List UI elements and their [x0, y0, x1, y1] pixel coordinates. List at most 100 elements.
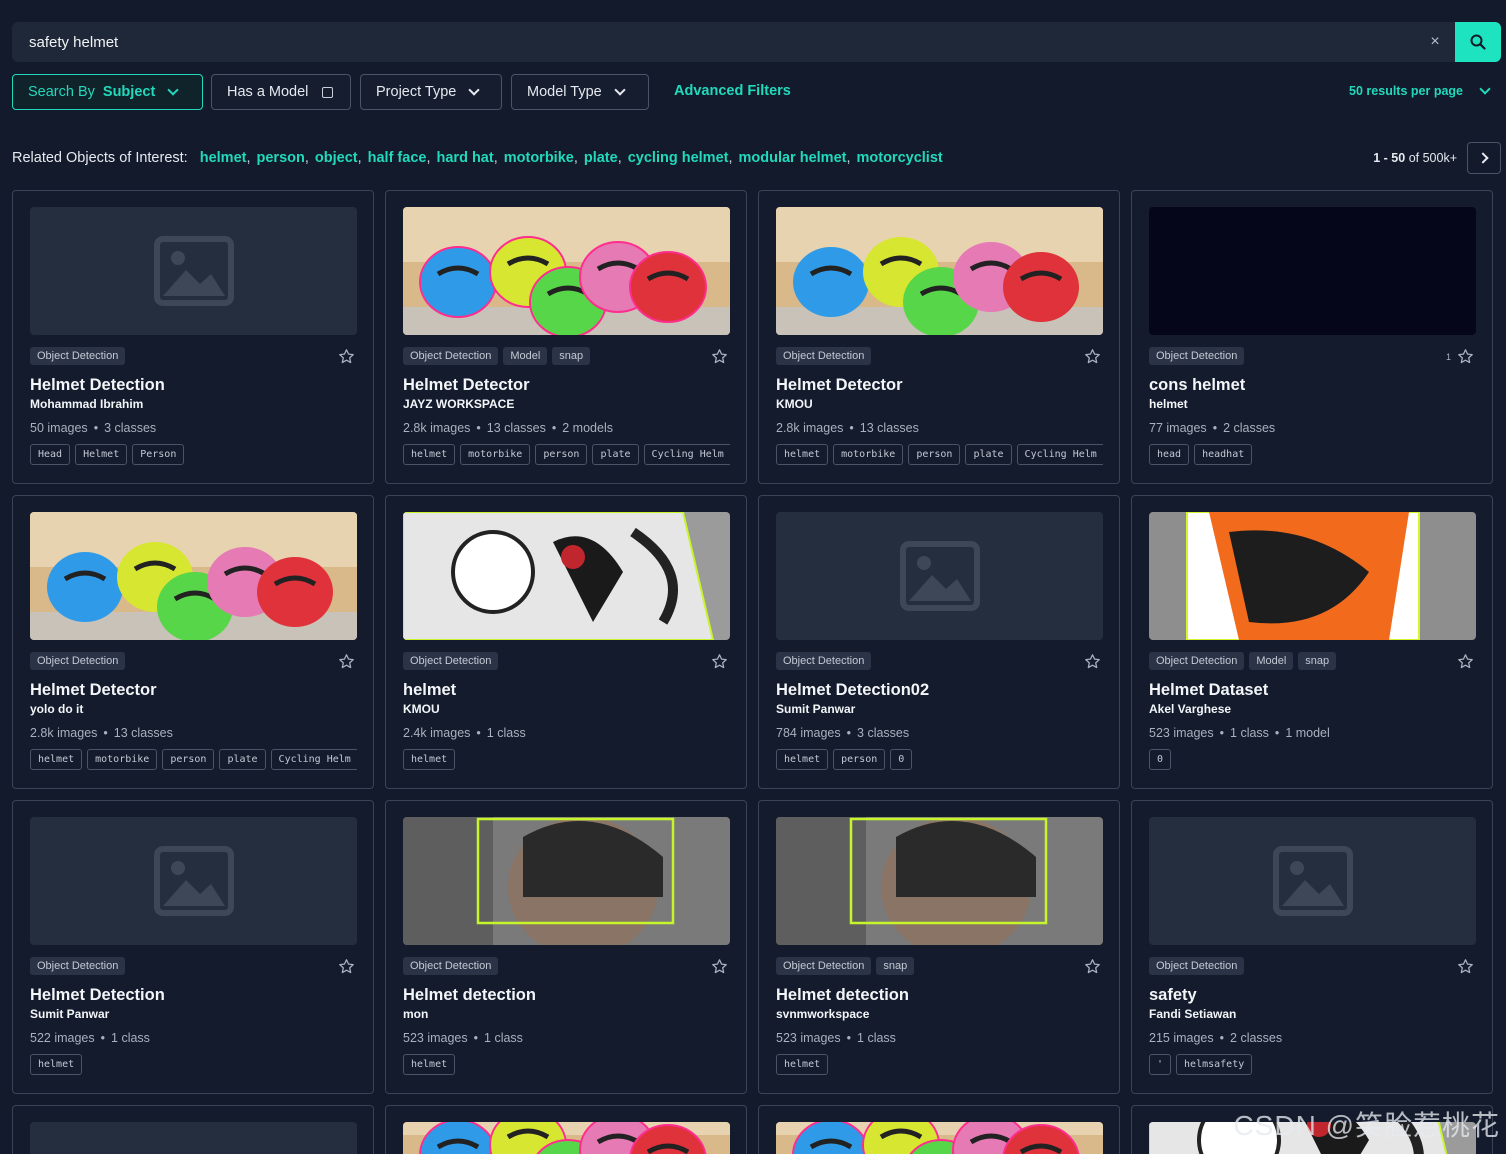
star-icon[interactable] — [711, 958, 728, 975]
related-object-link[interactable]: helmet — [200, 150, 247, 166]
project-card[interactable]: Object Detection Helmet Detection Mohammad… — [12, 190, 374, 484]
star-button[interactable] — [711, 958, 728, 975]
class-tag[interactable]: motorbike — [460, 444, 531, 465]
project-title[interactable]: Helmet Detector — [30, 681, 157, 700]
star-icon[interactable] — [711, 653, 728, 670]
project-thumbnail[interactable] — [403, 817, 730, 945]
star-button[interactable] — [1084, 653, 1101, 670]
related-object-link[interactable]: object — [315, 150, 358, 166]
related-object-link[interactable]: motorbike — [504, 150, 574, 166]
class-tag[interactable]: helmet — [776, 1054, 829, 1075]
related-object-link[interactable]: modular helmet — [739, 150, 847, 166]
project-thumbnail[interactable] — [1149, 207, 1476, 335]
star-button[interactable] — [338, 653, 355, 670]
next-page-button[interactable] — [1467, 142, 1501, 174]
star-button[interactable] — [338, 348, 355, 365]
model-type-dropdown[interactable]: Model Type — [511, 74, 649, 110]
class-tag[interactable]: helmsafety — [1176, 1054, 1253, 1075]
project-card[interactable]: Object Detection Helmet Detector KMOU 2.8k … — [758, 190, 1120, 484]
project-title[interactable]: Helmet Detector — [403, 376, 530, 395]
star-button[interactable] — [711, 653, 728, 670]
class-tag[interactable]: helmet — [776, 444, 829, 465]
project-thumbnail[interactable] — [776, 1122, 1103, 1154]
class-tag[interactable]: Cycling Helm — [643, 444, 730, 465]
class-tag[interactable]: ' — [1149, 1054, 1172, 1075]
checkbox-icon[interactable] — [322, 86, 334, 98]
project-thumbnail[interactable] — [403, 1122, 730, 1154]
search-button[interactable] — [1455, 22, 1501, 62]
search-input[interactable] — [12, 22, 1415, 62]
star-button[interactable] — [1457, 958, 1474, 975]
project-thumbnail[interactable] — [30, 1122, 357, 1154]
project-card[interactable]: Object Detection helmet KMOU 2.4k images • 1 … — [385, 495, 747, 789]
project-thumbnail[interactable] — [403, 207, 730, 335]
project-owner[interactable]: Sumit Panwar — [776, 702, 855, 716]
class-tag[interactable]: Cycling Helm — [1016, 444, 1103, 465]
search-by-dropdown[interactable]: Search By Subject — [12, 74, 203, 110]
related-object-link[interactable]: person — [257, 150, 305, 166]
related-object-link[interactable]: cycling helmet — [628, 150, 729, 166]
project-card[interactable] — [758, 1105, 1120, 1154]
star-button[interactable] — [1457, 653, 1474, 670]
class-tag[interactable]: motorbike — [833, 444, 904, 465]
star-button[interactable]: 1 — [1446, 348, 1474, 365]
project-owner[interactable]: KMOU — [403, 702, 440, 716]
star-icon[interactable] — [338, 348, 355, 365]
project-card[interactable]: Object Detection Helmet Detection Sumit Pa… — [12, 800, 374, 1094]
project-card[interactable]: Object Detection safety Fandi Setiawan 215 … — [1131, 800, 1493, 1094]
class-tag[interactable]: Cycling Helm — [270, 749, 357, 770]
project-thumbnail[interactable] — [776, 207, 1103, 335]
star-button[interactable] — [338, 958, 355, 975]
class-tag[interactable]: Head — [30, 444, 71, 465]
class-tag[interactable]: person — [908, 444, 961, 465]
advanced-filters-link[interactable]: Advanced Filters — [674, 83, 791, 99]
class-tag[interactable]: helmet — [776, 749, 829, 770]
project-thumbnail[interactable] — [30, 817, 357, 945]
project-card[interactable]: Object Detection 1 cons helmet helmet 77 ima… — [1131, 190, 1493, 484]
project-owner[interactable]: yolo do it — [30, 702, 83, 716]
related-object-link[interactable]: plate — [584, 150, 618, 166]
project-title[interactable]: Helmet Detection02 — [776, 681, 929, 700]
project-card[interactable] — [385, 1105, 747, 1154]
has-model-toggle[interactable]: Has a Model — [211, 74, 351, 110]
project-card[interactable]: Object Detection Model snap Helmet Dataset A… — [1131, 495, 1493, 789]
class-tag[interactable]: plate — [965, 444, 1012, 465]
project-title[interactable]: helmet — [403, 681, 456, 700]
project-title[interactable]: Helmet detection — [403, 986, 536, 1005]
star-icon[interactable] — [338, 653, 355, 670]
project-owner[interactable]: Sumit Panwar — [30, 1007, 109, 1021]
class-tag[interactable]: person — [833, 749, 886, 770]
class-tag[interactable]: helmet — [30, 1054, 83, 1075]
related-object-link[interactable]: motorcyclist — [857, 150, 943, 166]
project-title[interactable]: Helmet Detection — [30, 986, 165, 1005]
star-icon[interactable] — [1084, 653, 1101, 670]
project-thumbnail[interactable] — [776, 512, 1103, 640]
project-owner[interactable]: Fandi Setiawan — [1149, 1007, 1236, 1021]
project-title[interactable]: safety — [1149, 986, 1197, 1005]
star-button[interactable] — [1084, 958, 1101, 975]
star-icon[interactable] — [1084, 958, 1101, 975]
project-title[interactable]: cons helmet — [1149, 376, 1245, 395]
star-button[interactable] — [1084, 348, 1101, 365]
project-owner[interactable]: KMOU — [776, 397, 813, 411]
class-tag[interactable]: headhat — [1194, 444, 1253, 465]
class-tag[interactable]: Helmet — [75, 444, 128, 465]
project-thumbnail[interactable] — [403, 512, 730, 640]
project-owner[interactable]: mon — [403, 1007, 428, 1021]
project-title[interactable]: Helmet Detection — [30, 376, 165, 395]
project-owner[interactable]: Mohammad Ibrahim — [30, 397, 143, 411]
class-tag[interactable]: helmet — [30, 749, 83, 770]
clear-search-button[interactable]: × — [1415, 22, 1455, 62]
star-icon[interactable] — [711, 348, 728, 365]
project-owner[interactable]: helmet — [1149, 397, 1188, 411]
related-object-link[interactable]: half face — [368, 150, 427, 166]
project-thumbnail[interactable] — [1149, 817, 1476, 945]
class-tag[interactable]: plate — [592, 444, 639, 465]
class-tag[interactable]: plate — [219, 749, 266, 770]
project-card[interactable]: Object Detection Helmet Detection02 Sumit … — [758, 495, 1120, 789]
class-tag[interactable]: head — [1149, 444, 1190, 465]
project-title[interactable]: Helmet Dataset — [1149, 681, 1268, 700]
star-icon[interactable] — [1457, 348, 1474, 365]
project-owner[interactable]: svnmworkspace — [776, 1007, 869, 1021]
class-tag[interactable]: motorbike — [87, 749, 158, 770]
